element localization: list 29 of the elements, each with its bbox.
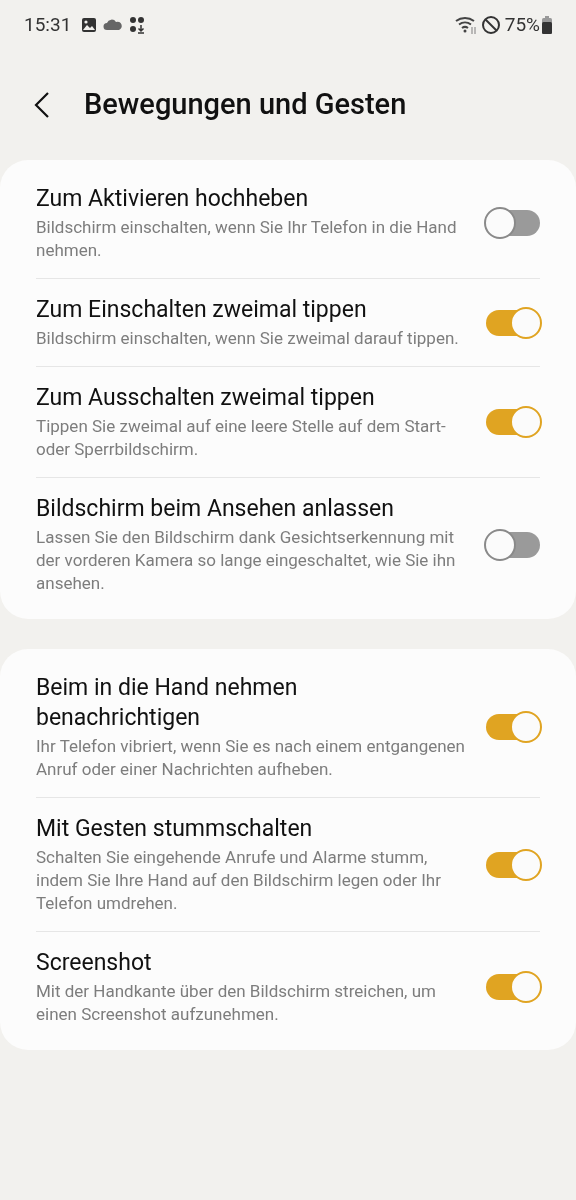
setting-description: Bildschirm einschalten, wenn Sie zweimal darauf tippen. (36, 327, 460, 350)
setting-title: Beim in die Hand nehmen benachrichtigen (36, 673, 299, 733)
setting-title: Zum Einschalten zweimal tippen (36, 295, 368, 325)
toggle-switch[interactable] (486, 409, 540, 435)
setting-title: Mit Gesten stummschalten (36, 814, 314, 844)
setting-description: Ihr Telefon vibriert, wenn Sie es nach einem entgangenen Anruf oder einer Nachrichten aufheben. (36, 735, 466, 781)
setting-title: Zum Ausschalten zweimal tippen (36, 383, 376, 413)
setting-title: Zum Aktivieren hochheben (36, 184, 310, 214)
page-title: Bewegungen und Gesten (84, 86, 407, 124)
toggle-switch[interactable] (486, 309, 540, 336)
status-time: 15:31 (24, 11, 72, 38)
setting-description: Mit der Handkante über den Bildschirm streichen, um einen Screenshot aufzunehmen. (36, 980, 437, 1026)
gallery-icon (81, 17, 98, 33)
setting-title: Screenshot (36, 948, 153, 978)
setting-description: Tippen Sie zweimal auf eine leere Stelle auf dem Start- oder Sperrbildschirm. (36, 415, 447, 461)
do-not-disturb-icon (480, 15, 501, 35)
toggle-switch[interactable] (486, 714, 540, 740)
setting-description: Bildschirm einschalten, wenn Sie Ihr Telefon in die Hand nehmen. (36, 216, 458, 262)
toggle-switch[interactable] (486, 974, 540, 1000)
cloud-icon (103, 19, 124, 31)
toggle-switch[interactable] (486, 531, 540, 558)
toggle-switch[interactable] (486, 851, 540, 878)
setting-description: Schalten Sie eingehende Anrufe und Alarme stumm, indem Sie Ihre Hand auf den Bildschirm legen oder Ihr Telefon umdrehen. (36, 846, 442, 915)
toggle-switch[interactable] (486, 210, 540, 236)
battery-percent: 75% (504, 11, 540, 38)
setting-description: Lassen Sie den Bildschirm dank Gesichtserkennung mit der vorderen Kamera so lange eingeschaltet, wie Sie ihn ansehen. (36, 526, 457, 595)
wifi-icon (454, 15, 479, 35)
battery-icon (542, 16, 552, 34)
setting-title: Bildschirm beim Ansehen anlassen (36, 494, 395, 524)
